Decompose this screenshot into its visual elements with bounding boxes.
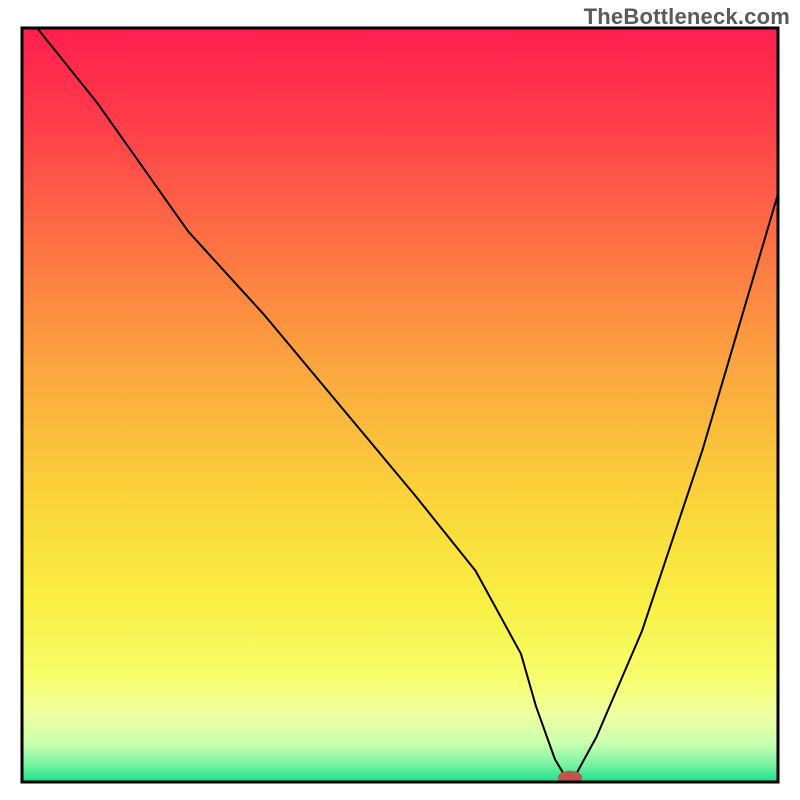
gradient-background: [22, 28, 778, 782]
watermark-text: TheBottleneck.com: [584, 4, 790, 30]
chart-canvas: [0, 0, 800, 800]
bottleneck-chart: TheBottleneck.com: [0, 0, 800, 800]
